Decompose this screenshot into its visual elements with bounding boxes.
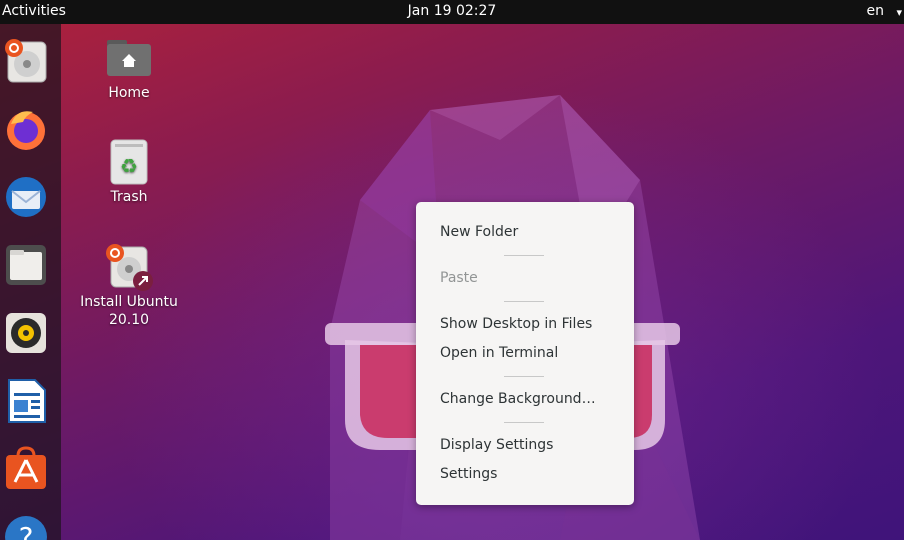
desktop-icon-label-line2: 20.10 bbox=[108, 312, 150, 328]
dock-thunderbird[interactable] bbox=[3, 174, 49, 220]
dock-install-ubuntu[interactable] bbox=[3, 38, 49, 84]
dock-files[interactable] bbox=[3, 242, 49, 288]
menu-item-change-background[interactable]: Change Background… bbox=[440, 391, 596, 407]
dock-rhythmbox[interactable] bbox=[3, 310, 49, 356]
dock: ? bbox=[0, 24, 61, 540]
installer-icon bbox=[106, 244, 153, 291]
dock-help[interactable]: ? bbox=[3, 514, 49, 540]
home-folder-icon bbox=[107, 40, 151, 76]
menu-separator bbox=[504, 422, 544, 423]
menu-item-new-folder[interactable]: New Folder bbox=[440, 224, 518, 240]
desktop-icon-trash[interactable]: ♻ Trash bbox=[79, 138, 179, 206]
menu-item-show-desktop-in-files[interactable]: Show Desktop in Files bbox=[440, 316, 592, 332]
desktop-icon-label-line1: Install Ubuntu bbox=[80, 294, 178, 310]
dock-firefox[interactable] bbox=[3, 106, 49, 152]
installer-icon bbox=[5, 39, 47, 83]
menu-separator bbox=[504, 301, 544, 302]
software-icon bbox=[6, 446, 46, 489]
language-indicator[interactable]: en bbox=[867, 3, 885, 19]
menu-item-display-settings[interactable]: Display Settings bbox=[440, 437, 553, 453]
writer-icon bbox=[8, 379, 46, 423]
files-icon bbox=[6, 245, 46, 285]
help-icon: ? bbox=[5, 516, 47, 540]
svg-text:♻: ♻ bbox=[120, 154, 138, 178]
thunderbird-icon bbox=[6, 177, 46, 217]
top-bar: Activities Jan 19 02:27 en ▾ bbox=[0, 0, 904, 24]
menu-item-open-in-terminal[interactable]: Open in Terminal bbox=[440, 345, 558, 361]
firefox-icon bbox=[7, 111, 45, 150]
desktop-icon-home[interactable]: Home bbox=[79, 34, 179, 102]
desktop-context-menu: New Folder Paste Show Desktop in Files O… bbox=[416, 202, 634, 505]
menu-item-settings[interactable]: Settings bbox=[440, 466, 497, 482]
desktop-icon-label: Home bbox=[108, 85, 150, 101]
desktop-icon-install-ubuntu[interactable]: Install Ubuntu 20.10 bbox=[79, 243, 179, 329]
menu-separator bbox=[504, 376, 544, 377]
menu-separator bbox=[504, 255, 544, 256]
dock-libreoffice-writer[interactable] bbox=[3, 378, 49, 424]
system-menu-arrow-icon[interactable]: ▾ bbox=[896, 6, 902, 19]
clock-button[interactable]: Jan 19 02:27 bbox=[0, 3, 904, 19]
dock-ubuntu-software[interactable] bbox=[3, 446, 49, 492]
rhythmbox-icon bbox=[6, 313, 46, 353]
desktop-icon-label: Trash bbox=[110, 189, 148, 205]
svg-text:?: ? bbox=[19, 521, 34, 540]
trash-icon: ♻ bbox=[110, 139, 148, 185]
menu-item-paste[interactable]: Paste bbox=[440, 270, 478, 286]
